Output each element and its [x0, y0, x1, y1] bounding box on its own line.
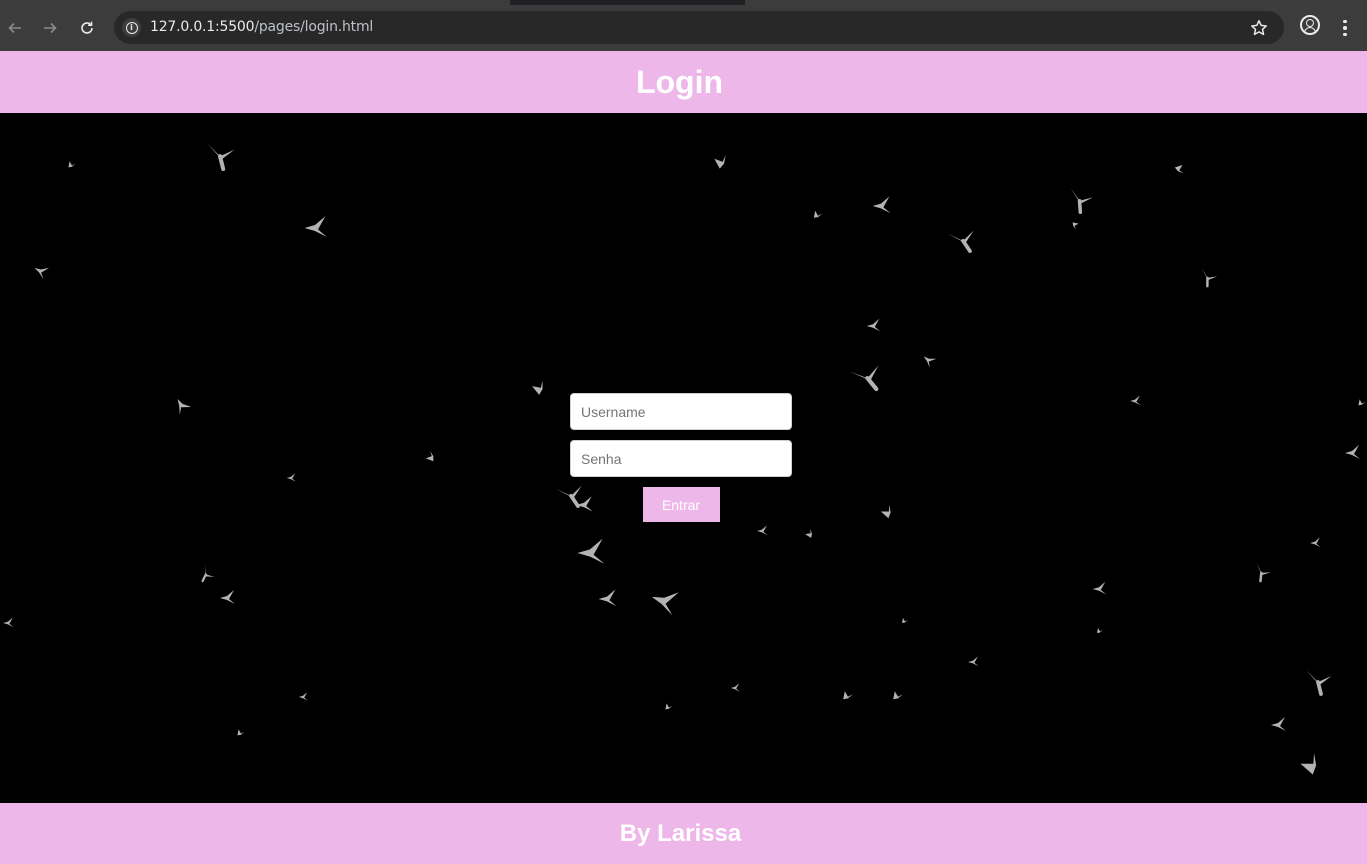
- page-title: Login: [635, 63, 724, 100]
- url-host: 127.0.0.1:5500: [150, 19, 255, 35]
- footer-credit: By Larissa: [619, 819, 742, 847]
- reload-button[interactable]: [74, 15, 100, 41]
- site-info-button[interactable]: i: [122, 18, 141, 37]
- login-form: Entrar: [570, 393, 792, 522]
- browser-chrome: i 127.0.0.1:5500/pages/login.html: [0, 0, 1367, 51]
- arrow-left-icon: [8, 22, 21, 34]
- back-button[interactable]: [2, 15, 28, 41]
- url-text[interactable]: 127.0.0.1:5500/pages/login.html: [150, 11, 373, 44]
- toolbar: i 127.0.0.1:5500/pages/login.html: [0, 5, 1367, 51]
- username-input[interactable]: [570, 393, 792, 430]
- kebab-menu-icon[interactable]: [1337, 15, 1353, 41]
- profile-icon[interactable]: [1300, 15, 1320, 35]
- arrow-right-icon: [44, 22, 57, 34]
- bookmark-button[interactable]: [1246, 15, 1272, 41]
- password-input[interactable]: [570, 440, 792, 477]
- url-path: /pages/login.html: [254, 19, 374, 35]
- login-submit-button[interactable]: Entrar: [642, 487, 720, 522]
- info-icon: i: [125, 21, 138, 34]
- star-icon: [1251, 20, 1267, 36]
- page-header: Login: [0, 51, 1367, 113]
- address-bar[interactable]: i 127.0.0.1:5500/pages/login.html: [114, 11, 1284, 44]
- forward-button[interactable]: [37, 15, 63, 41]
- page-footer: By Larissa: [0, 803, 1367, 864]
- reload-icon: [81, 21, 93, 34]
- login-stage: Entrar: [0, 113, 1367, 803]
